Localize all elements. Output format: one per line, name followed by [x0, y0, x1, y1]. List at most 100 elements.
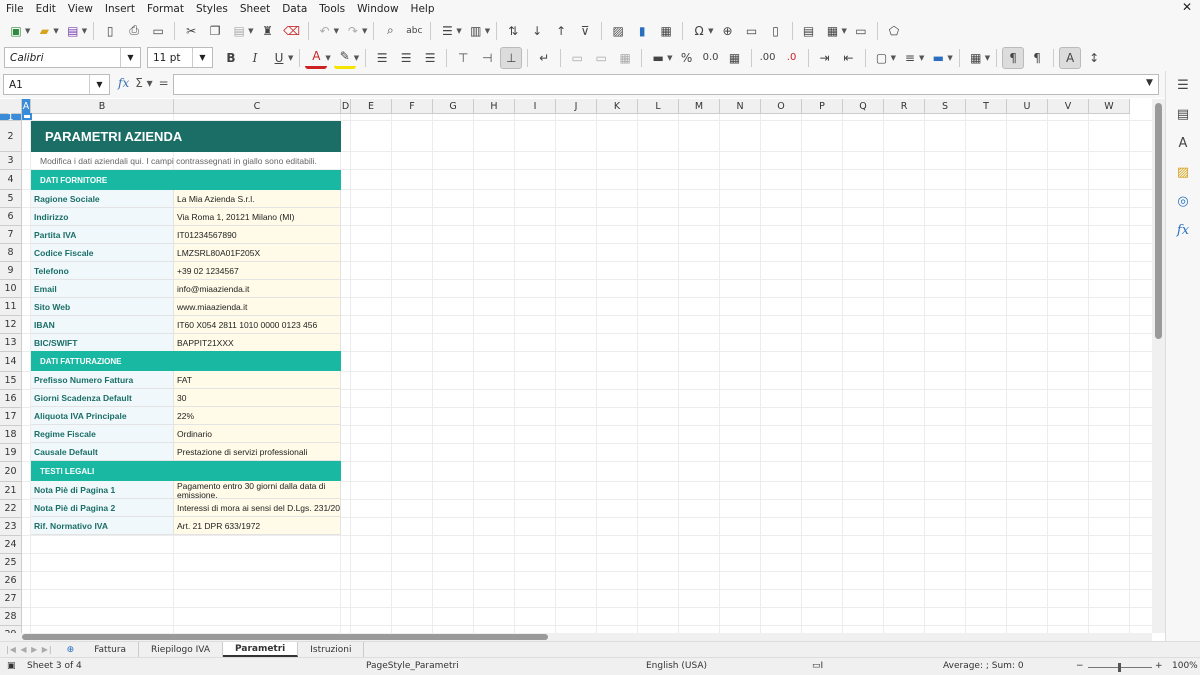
column-header[interactable]: B	[31, 99, 174, 114]
parameter-label[interactable]: Indirizzo	[31, 208, 174, 226]
column-header[interactable]: K	[597, 99, 638, 114]
redo-dropdown-icon[interactable]: ▼	[362, 27, 367, 35]
row-header[interactable]: 9	[0, 262, 22, 280]
menu-view[interactable]: View	[62, 3, 99, 15]
font-color-icon[interactable]: A	[305, 47, 328, 69]
row-header[interactable]: 13	[0, 334, 22, 352]
currency-dropdown-icon[interactable]: ▼	[667, 54, 672, 62]
column-header[interactable]: S	[925, 99, 966, 114]
menu-format[interactable]: Format	[141, 3, 190, 15]
menu-edit[interactable]: Edit	[30, 3, 62, 15]
parameter-label[interactable]: Sito Web	[31, 298, 174, 316]
open-folder-icon[interactable]: ▰	[33, 20, 55, 42]
menu-data[interactable]: Data	[276, 3, 313, 15]
column-header[interactable]: H	[474, 99, 515, 114]
formula-equals-icon[interactable]: =	[159, 76, 169, 90]
page-style[interactable]: PageStyle_Parametri	[366, 661, 459, 671]
column-header[interactable]: G	[433, 99, 474, 114]
expand-formula-bar-icon[interactable]: ▼	[1146, 78, 1153, 88]
parameter-value[interactable]: Prestazione di servizi professionali	[174, 443, 341, 461]
column-header[interactable]: T	[966, 99, 1007, 114]
vertical-scroll-thumb[interactable]	[1155, 103, 1162, 339]
parameter-value[interactable]: Ordinario	[174, 425, 341, 443]
row-header[interactable]: 6	[0, 208, 22, 226]
row-header[interactable]: 16	[0, 390, 22, 408]
print-preview-icon[interactable]: ▭	[147, 20, 169, 42]
section-legal[interactable]: TESTI LEGALI	[31, 461, 341, 481]
page-subtitle[interactable]: Modifica i dati aziendali qui. I campi c…	[31, 152, 341, 170]
border-style-dropdown-icon[interactable]: ▼	[919, 54, 924, 62]
column-header[interactable]: M	[679, 99, 720, 114]
section-supplier[interactable]: DATI FORNITORE	[31, 170, 341, 190]
save-dropdown-icon[interactable]: ▼	[82, 27, 87, 35]
date-format-icon[interactable]: ▦	[724, 47, 746, 69]
sort-descending-icon[interactable]: ↑	[550, 20, 572, 42]
parameter-label[interactable]: Prefisso Numero Fattura	[31, 371, 174, 389]
merge-center-icon[interactable]: ▭	[566, 47, 588, 69]
hyperlink-icon[interactable]: ⊕	[717, 20, 739, 42]
number-format-icon[interactable]: 0.0	[700, 47, 722, 69]
horizontal-scroll-thumb[interactable]	[22, 634, 548, 640]
zoom-slider-knob[interactable]	[1118, 663, 1121, 672]
border-style-icon[interactable]: ≡	[899, 47, 921, 69]
align-bottom-icon[interactable]: ⊥	[500, 46, 523, 69]
new-dropdown-icon[interactable]: ▼	[25, 27, 30, 35]
row-header[interactable]: 14	[0, 352, 22, 372]
function-wizard-icon[interactable]: fx	[118, 76, 129, 90]
save-icon[interactable]: ▤	[62, 20, 84, 42]
chevron-down-icon[interactable]: ▼	[192, 48, 212, 67]
row-header[interactable]: 24	[0, 536, 22, 554]
parameter-value[interactable]: 30	[174, 389, 341, 407]
spelling-icon[interactable]: abc	[403, 20, 425, 42]
properties-icon[interactable]: ▤	[1166, 100, 1200, 129]
row-header[interactable]: 26	[0, 572, 22, 590]
menu-window[interactable]: Window	[351, 3, 404, 15]
row-header[interactable]: 27	[0, 590, 22, 608]
tab-istruzioni[interactable]: Istruzioni	[298, 642, 365, 657]
summary[interactable]: Average: ; Sum: 0	[943, 661, 1024, 671]
zoom-in-icon[interactable]: +	[1155, 661, 1163, 671]
row-header[interactable]: 22	[0, 500, 22, 518]
menu-sheet[interactable]: Sheet	[234, 3, 276, 15]
row-header[interactable]: 23	[0, 518, 22, 536]
parameter-label[interactable]: Ragione Sociale	[31, 190, 174, 208]
conditional-format-icon[interactable]: ▦	[965, 47, 987, 69]
styles-icon[interactable]: A	[1166, 129, 1200, 158]
align-right-icon[interactable]: ☰	[419, 47, 441, 69]
column-header[interactable]: P	[802, 99, 843, 114]
copy-icon[interactable]: ❐	[204, 20, 226, 42]
underline-dropdown-icon[interactable]: ▼	[288, 54, 293, 62]
parameter-label[interactable]: Nota Piè di Pagina 2	[31, 499, 174, 517]
parameter-label[interactable]: Aliquota IVA Principale	[31, 407, 174, 425]
column-dropdown-icon[interactable]: ▼	[485, 27, 490, 35]
tab-navigation-arrows-icon[interactable]: |◀ ◀ ▶ ▶|	[6, 645, 53, 654]
name-box[interactable]: A1 ▼	[3, 74, 110, 95]
parameter-value[interactable]: IT01234567890	[174, 226, 341, 244]
row-header[interactable]: 28	[0, 608, 22, 626]
border-color-icon[interactable]: ▬	[927, 47, 949, 69]
add-sheet-icon[interactable]: ⊕	[67, 645, 75, 655]
menu-insert[interactable]: Insert	[99, 3, 141, 15]
row-header[interactable]: 20	[0, 462, 22, 482]
paste-icon[interactable]: ▤	[228, 20, 250, 42]
bold-icon[interactable]: B	[220, 47, 242, 69]
parameter-label[interactable]: Rif. Normativo IVA	[31, 517, 174, 535]
parameter-value[interactable]: Art. 21 DPR 633/1972	[174, 517, 341, 535]
functions-icon[interactable]: fx	[1166, 216, 1200, 245]
left-to-right-icon[interactable]: ¶	[1002, 46, 1025, 69]
parameter-label[interactable]: Telefono	[31, 262, 174, 280]
font-name-box[interactable]: Calibri ▼	[4, 47, 141, 68]
tab-riepilogo-iva[interactable]: Riepilogo IVA	[139, 642, 224, 657]
row-header[interactable]: 21	[0, 482, 22, 500]
row-header[interactable]: 5	[0, 190, 22, 208]
insert-chart-icon[interactable]: ▮	[631, 20, 653, 42]
autofilter-icon[interactable]: ⊽	[574, 20, 596, 42]
freeze-dropdown-icon[interactable]: ▼	[842, 27, 847, 35]
highlight-dropdown-icon[interactable]: ▼	[354, 54, 359, 62]
merge-cells-icon[interactable]: ▭	[590, 47, 612, 69]
pivot-table-icon[interactable]: ▦	[655, 20, 677, 42]
row-dropdown-icon[interactable]: ▼	[456, 27, 461, 35]
column-header[interactable]: N	[720, 99, 761, 114]
section-invoicing[interactable]: DATI FATTURAZIONE	[31, 351, 341, 371]
undo-dropdown-icon[interactable]: ▼	[334, 27, 339, 35]
